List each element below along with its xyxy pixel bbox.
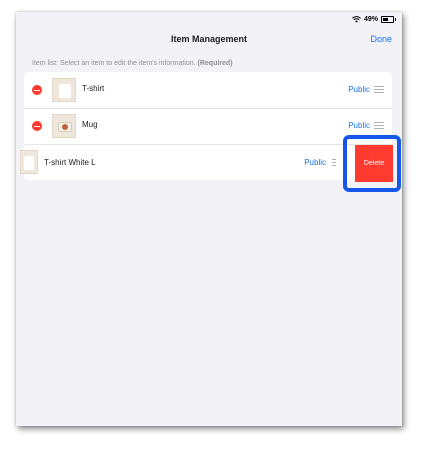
battery-percent: 49% — [363, 15, 378, 23]
section-header-text: Item list: Select an item to edit the it… — [32, 60, 196, 67]
status-bar: 49% — [352, 12, 396, 26]
minus-circle-icon[interactable] — [32, 121, 42, 131]
list-item-swiped[interactable]: T-shirt White L Public — [16, 144, 392, 180]
item-name: Mug — [82, 120, 98, 129]
item-list: T-shirt Public Mug Public T-shirt White … — [20, 72, 392, 180]
page-title: Item Management — [170, 34, 248, 44]
mug-thumbnail — [52, 114, 76, 138]
battery-icon — [381, 15, 396, 23]
required-label: (Required) — [197, 60, 233, 67]
section-header: Item list: Select an item to edit the it… — [32, 60, 233, 67]
wifi-icon — [352, 15, 361, 22]
minus-circle-icon[interactable] — [32, 85, 42, 95]
ipad-screen: 49% Item Management Done Item list: Sele… — [16, 12, 402, 426]
delete-label: Delete — [363, 160, 385, 167]
done-button[interactable]: Done — [370, 34, 392, 44]
list-item[interactable]: Mug Public — [24, 108, 392, 145]
reorder-handle-icon[interactable] — [374, 86, 384, 94]
list-item[interactable]: T-shirt Public — [24, 72, 392, 109]
delete-button[interactable]: Delete — [355, 145, 393, 182]
reorder-handle-icon[interactable] — [332, 159, 336, 167]
visibility-status: Public — [348, 121, 370, 130]
visibility-status: Public — [304, 158, 326, 167]
navigation-bar: Item Management Done — [16, 30, 402, 48]
item-name: T-shirt White L — [44, 158, 96, 167]
reorder-handle-icon[interactable] — [374, 122, 384, 130]
tshirt-thumbnail — [52, 78, 76, 102]
visibility-status: Public — [348, 85, 370, 94]
tshirt-thumbnail — [20, 150, 38, 174]
item-name: T-shirt — [82, 84, 105, 93]
